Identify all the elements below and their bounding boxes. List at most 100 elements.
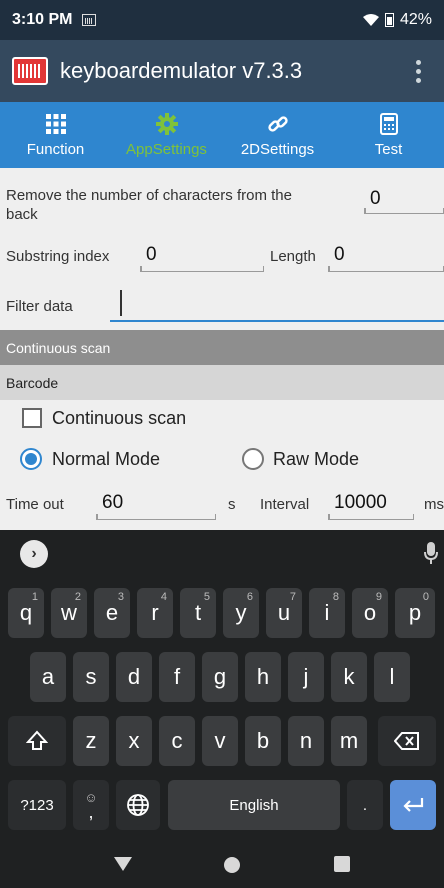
section-continuous-scan: Continuous scan xyxy=(0,330,444,365)
key-i-label: i xyxy=(324,600,330,625)
battery-icon xyxy=(384,13,394,27)
status-icons: 42% xyxy=(362,11,432,29)
tab-appsettings-label: AppSettings xyxy=(126,140,207,158)
globe-icon xyxy=(127,794,149,816)
key-w-label: w xyxy=(61,600,77,625)
settings-content: Remove the number of characters from the… xyxy=(0,168,444,530)
key-p-label: p xyxy=(408,600,422,625)
key-t-hint: 5 xyxy=(203,591,210,603)
battery-percent: 42% xyxy=(399,11,432,28)
emoji-comma-key[interactable]: ☺ , xyxy=(73,780,109,830)
tab-test[interactable]: Test xyxy=(333,102,444,168)
key-v[interactable]: v xyxy=(202,716,238,766)
grid-icon xyxy=(45,113,66,134)
key-q[interactable]: q1 xyxy=(8,588,44,638)
key-j[interactable]: j xyxy=(288,652,324,702)
key-f[interactable]: f xyxy=(159,652,195,702)
substring-index-input[interactable]: 0 xyxy=(140,244,264,272)
back-icon[interactable] xyxy=(114,857,132,871)
key-o[interactable]: o9 xyxy=(352,588,388,638)
wifi-icon xyxy=(362,14,379,26)
barcode-notification-icon xyxy=(82,14,97,26)
key-e-label: e xyxy=(105,600,119,625)
continuous-scan-checkbox[interactable] xyxy=(22,408,42,428)
keyboard-toolbar: › xyxy=(0,530,444,576)
key-u[interactable]: u7 xyxy=(266,588,302,638)
tab-2dsettings-label: 2DSettings xyxy=(240,140,315,158)
key-h[interactable]: h xyxy=(245,652,281,702)
key-w-hint: 2 xyxy=(74,591,81,603)
key-p[interactable]: p0 xyxy=(395,588,435,638)
section-barcode: Barcode xyxy=(0,365,444,400)
key-m[interactable]: m xyxy=(331,716,367,766)
backspace-key[interactable] xyxy=(378,716,436,766)
microphone-icon[interactable] xyxy=(424,542,438,564)
key-w[interactable]: w2 xyxy=(51,588,87,638)
normal-mode-radio[interactable] xyxy=(20,448,42,470)
tab-function[interactable]: Function xyxy=(0,102,111,168)
interval-input[interactable]: 10000 xyxy=(328,492,414,520)
key-b[interactable]: b xyxy=(245,716,281,766)
tab-2dsettings[interactable]: 2DSettings xyxy=(222,102,333,168)
length-input[interactable]: 0 xyxy=(328,244,444,272)
raw-mode-radio[interactable] xyxy=(242,448,264,470)
continuous-scan-label: Continuous scan xyxy=(52,408,187,428)
gear-icon xyxy=(155,112,178,135)
filter-data-input[interactable] xyxy=(110,288,444,322)
key-e-hint: 3 xyxy=(117,591,124,603)
key-c[interactable]: c xyxy=(159,716,195,766)
language-key[interactable] xyxy=(116,780,160,830)
key-e[interactable]: e3 xyxy=(94,588,130,638)
period-key[interactable]: . xyxy=(347,780,383,830)
tab-bar: Function AppSettings 2DSettings Test xyxy=(0,102,444,168)
recent-apps-icon[interactable] xyxy=(334,856,350,872)
space-key[interactable]: English xyxy=(168,780,340,830)
key-g[interactable]: g xyxy=(202,652,238,702)
tab-test-label: Test xyxy=(374,140,403,158)
key-i-hint: 8 xyxy=(332,591,339,603)
calculator-icon xyxy=(379,112,398,135)
overflow-menu-icon[interactable] xyxy=(416,59,422,83)
key-u-label: u xyxy=(277,600,291,625)
enter-icon xyxy=(403,798,424,812)
remove-back-input[interactable]: 0 xyxy=(364,188,444,214)
comma-label: , xyxy=(88,802,94,822)
backspace-icon xyxy=(394,732,419,750)
key-o-label: o xyxy=(363,600,377,625)
enter-key[interactable] xyxy=(390,780,436,830)
symbols-key[interactable]: ?123 xyxy=(8,780,66,830)
key-l[interactable]: l xyxy=(374,652,410,702)
chevron-right-icon[interactable]: › xyxy=(20,540,48,568)
app-title: keyboardemulator v7.3.3 xyxy=(60,58,303,83)
key-k[interactable]: k xyxy=(331,652,367,702)
key-p-hint: 0 xyxy=(422,591,429,603)
timeout-unit: s xyxy=(228,496,236,513)
status-bar: 3:10 PM 42% xyxy=(0,0,444,40)
key-t[interactable]: t5 xyxy=(180,588,216,638)
navigation-bar xyxy=(0,840,444,888)
key-n[interactable]: n xyxy=(288,716,324,766)
filter-data-label: Filter data xyxy=(6,298,73,315)
key-i[interactable]: i8 xyxy=(309,588,345,638)
tab-appsettings[interactable]: AppSettings xyxy=(111,102,222,168)
key-q-hint: 1 xyxy=(31,591,38,603)
text-cursor xyxy=(120,290,122,316)
key-y-hint: 6 xyxy=(246,591,253,603)
key-x[interactable]: x xyxy=(116,716,152,766)
status-time: 3:10 PM xyxy=(12,11,73,28)
shift-icon xyxy=(26,730,48,750)
key-a[interactable]: a xyxy=(30,652,66,702)
substring-index-label: Substring index xyxy=(6,248,110,265)
interval-unit: ms xyxy=(424,496,444,513)
tab-function-label: Function xyxy=(26,140,85,158)
key-r[interactable]: r4 xyxy=(137,588,173,638)
key-d[interactable]: d xyxy=(116,652,152,702)
shift-key[interactable] xyxy=(8,716,66,766)
timeout-input[interactable]: 60 xyxy=(96,492,216,520)
key-s[interactable]: s xyxy=(73,652,109,702)
key-y-label: y xyxy=(235,600,247,625)
remove-back-label: Remove the number of characters from the… xyxy=(6,187,292,223)
key-y[interactable]: y6 xyxy=(223,588,259,638)
key-z[interactable]: z xyxy=(73,716,109,766)
home-icon[interactable] xyxy=(224,857,240,873)
